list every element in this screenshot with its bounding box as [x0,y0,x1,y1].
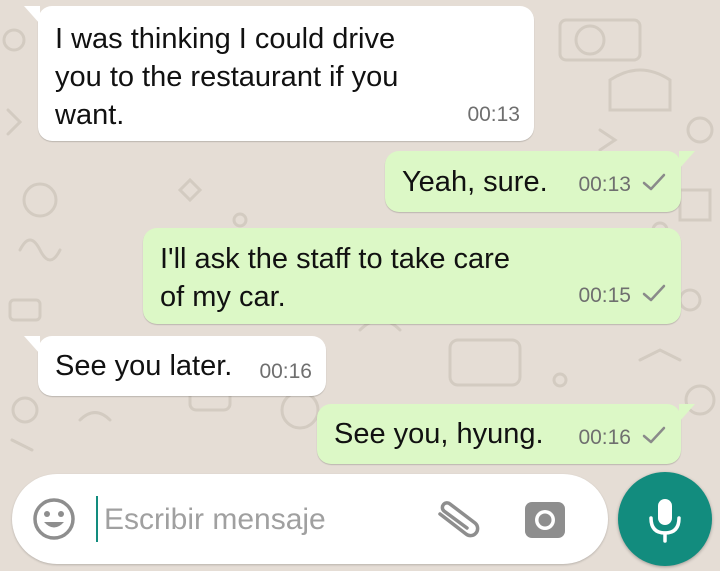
message-line: you to the restaurant if you [55,61,399,93]
message-input[interactable] [102,492,426,548]
bubble-tail [24,6,40,24]
microphone-icon[interactable] [618,472,712,566]
single-check-icon [641,171,667,199]
bubble-tail [679,151,695,169]
message-text: I was thinking I could drive you to the … [55,20,398,134]
message-composer [12,474,608,564]
message-line: of my car. [160,281,286,313]
paperclip-icon[interactable] [432,498,486,542]
message-line: See you later. [55,350,233,382]
single-check-icon [641,424,667,452]
message-time: 00:13 [578,173,631,196]
message-time: 00:16 [578,426,631,449]
message-bubble-incoming[interactable]: I was thinking I could drive you to the … [24,6,534,141]
message-bubble-incoming[interactable]: See you later. 00:16 [24,336,326,396]
message-text: Yeah, sure. [402,163,548,201]
message-time: 00:16 [259,360,312,383]
bubble-tail [24,336,40,354]
message-text: I'll ask the staff to take care of my ca… [160,240,510,316]
message-bubble-outgoing[interactable]: Yeah, sure. 00:13 [385,151,695,212]
message-text: See you, hyung. [334,415,544,453]
text-caret [96,496,98,542]
message-time: 00:13 [467,103,520,126]
camera-icon[interactable] [522,497,568,543]
message-time: 00:15 [578,284,631,307]
message-line: I was thinking I could drive [55,23,396,55]
message-line: I'll ask the staff to take care [160,243,510,275]
message-line: want. [55,99,125,131]
message-bubble-outgoing[interactable]: I'll ask the staff to take care of my ca… [143,228,681,324]
message-line: Yeah, sure. [402,166,548,198]
message-line: See you, hyung. [334,418,544,450]
message-text: See you later. [55,347,232,385]
emoji-icon[interactable] [30,495,78,543]
message-bubble-outgoing[interactable]: See you, hyung. 00:16 [317,404,695,464]
bubble-tail [679,404,695,422]
single-check-icon [641,282,667,310]
